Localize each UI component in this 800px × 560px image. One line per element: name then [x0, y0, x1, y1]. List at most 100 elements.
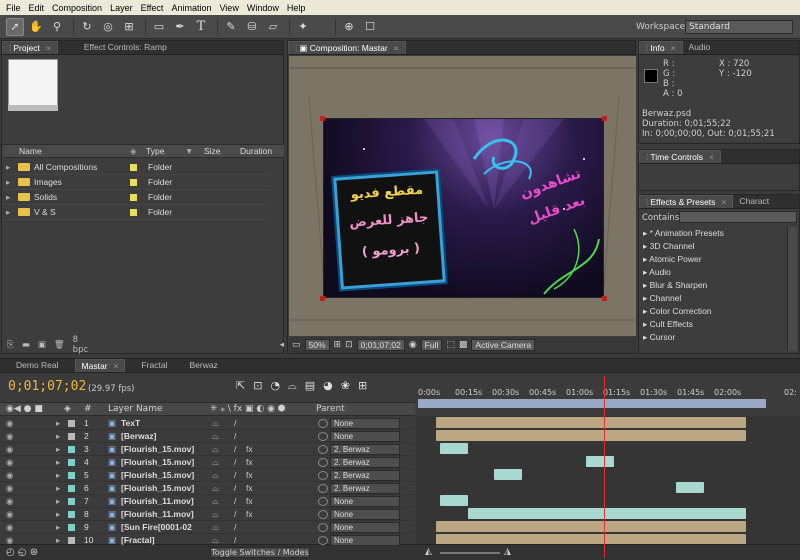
- time-ruler[interactable]: 0:00s 00:15s 00:30s 00:45s 01:00s 01:15s 01:30…: [416, 379, 800, 409]
- quality-switch-icon[interactable]: /: [234, 431, 236, 441]
- fx-switch-icon[interactable]: fx: [246, 496, 253, 506]
- scroll-left-icon[interactable]: ◂: [280, 340, 284, 350]
- quality-switch-icon[interactable]: /: [234, 535, 236, 545]
- parent-select[interactable]: None: [330, 431, 400, 442]
- region-of-interest-icon[interactable]: ⬚: [446, 340, 455, 350]
- pickwhip-icon[interactable]: [318, 432, 328, 441]
- fx-switch-icon[interactable]: fx: [246, 444, 253, 454]
- pickwhip-icon[interactable]: [318, 419, 328, 428]
- eye-icon[interactable]: ◉: [6, 444, 13, 455]
- tab-fractal[interactable]: Fractal: [135, 359, 173, 372]
- pickwhip-icon[interactable]: [318, 510, 328, 519]
- col-layer-name[interactable]: Layer Name: [108, 404, 163, 414]
- effects-search-input[interactable]: [679, 211, 797, 223]
- menu-help[interactable]: Help: [283, 3, 310, 13]
- close-icon[interactable]: ×: [114, 361, 119, 371]
- layer-handle[interactable]: [602, 116, 607, 121]
- bit-depth-label[interactable]: 8 bpc: [73, 335, 92, 355]
- axis-mode-icon[interactable]: ⊕: [340, 18, 358, 36]
- tab-audio[interactable]: Audio: [683, 41, 717, 54]
- label-color-swatch[interactable]: [130, 164, 137, 171]
- pen-tool-icon[interactable]: ✒: [171, 18, 189, 36]
- expand-triangle-icon[interactable]: ▸: [56, 535, 60, 546]
- eye-icon[interactable]: ◉: [6, 535, 13, 546]
- effects-category[interactable]: ▸ Cult Effects: [643, 319, 693, 332]
- label-color-swatch[interactable]: [130, 179, 137, 186]
- text-tool-icon[interactable]: T: [192, 18, 210, 36]
- brush-tool-icon[interactable]: ✎: [222, 18, 240, 36]
- safe-zones-icon[interactable]: ⊞: [334, 340, 342, 350]
- tab-demo-real[interactable]: Demo Real: [10, 359, 65, 372]
- menu-layer[interactable]: Layer: [106, 3, 137, 13]
- expand-triangle-icon[interactable]: ▸: [6, 177, 14, 188]
- frame-blending-icon[interactable]: ▤: [305, 379, 315, 393]
- tab-time-controls[interactable]: ⁞ Time Controls ×: [639, 150, 721, 163]
- layer-row[interactable]: ◉ ▸ 1 ▣ TexT ⌓ / None: [0, 417, 415, 430]
- layer-duration-bar[interactable]: [676, 482, 704, 493]
- fx-switch-icon[interactable]: fx: [246, 470, 253, 480]
- new-folder-icon[interactable]: ▬: [22, 340, 30, 350]
- hand-tool-icon[interactable]: ✋: [27, 18, 45, 36]
- selection-tool-icon[interactable]: ➚: [6, 17, 24, 36]
- effects-category[interactable]: ▸ * Animation Presets: [643, 228, 724, 241]
- layer-name[interactable]: [Flourish_15.mov]: [121, 457, 194, 467]
- label-color-swatch[interactable]: [68, 472, 75, 479]
- effects-category[interactable]: ▸ Color Correction: [643, 306, 712, 319]
- quality-switch-icon[interactable]: /: [234, 444, 236, 454]
- brainstorm-icon[interactable]: ⊞: [358, 379, 367, 393]
- layer-name[interactable]: [Flourish_15.mov]: [121, 470, 194, 480]
- timeline-current-time[interactable]: 0;01;07;02: [8, 379, 86, 394]
- parent-select[interactable]: 2. Berwaz: [330, 457, 400, 468]
- label-color-swatch[interactable]: [68, 420, 75, 427]
- label-color-swatch[interactable]: [68, 459, 75, 466]
- close-icon[interactable]: ×: [46, 43, 51, 53]
- quality-switch-icon[interactable]: /: [234, 483, 236, 493]
- menu-composition[interactable]: Composition: [48, 3, 106, 13]
- layer-name[interactable]: [Sun Fire[0001-02: [121, 522, 192, 532]
- rectangle-mask-icon[interactable]: ▭: [150, 18, 168, 36]
- layer-row[interactable]: ◉ ▸ 6 ▣ [Flourish_15.mov] ⌓ / fx 2. Berwaz: [0, 482, 415, 495]
- tab-effects-presets[interactable]: ⁞ Effects & Presets ×: [639, 195, 734, 208]
- effects-category[interactable]: ▸ Channel: [643, 293, 681, 306]
- eye-icon[interactable]: ◉: [6, 470, 13, 481]
- shy-switch-icon[interactable]: ⌓: [212, 522, 219, 533]
- project-item[interactable]: ▸ Images Folder: [3, 175, 271, 190]
- label-color-swatch[interactable]: [68, 537, 75, 544]
- label-column-icon[interactable]: ◈: [64, 404, 71, 414]
- layer-row[interactable]: ◉ ▸ 3 ▣ [Flourish_15.mov] ⌓ / fx 2. Berwaz: [0, 443, 415, 456]
- new-comp-icon[interactable]: ▣: [38, 340, 46, 350]
- tab-info[interactable]: ⁞ Info ×: [639, 41, 683, 54]
- quality-switch-icon[interactable]: /: [234, 496, 236, 506]
- pickwhip-icon[interactable]: [318, 523, 328, 532]
- expand-triangle-icon[interactable]: ▸: [56, 522, 60, 533]
- menu-animation[interactable]: Animation: [167, 3, 215, 13]
- expand-triangle-icon[interactable]: ▸: [6, 207, 14, 218]
- layer-duration-bar[interactable]: [468, 508, 746, 519]
- snap-checkbox-icon[interactable]: ☐: [361, 18, 379, 36]
- rotate-tool-icon[interactable]: ↻: [78, 18, 96, 36]
- layer-row[interactable]: ◉ ▸ 8 ▣ [Flourish_11.mov] ⌓ / fx None: [0, 508, 415, 521]
- layer-row[interactable]: ◉ ▸ 4 ▣ [Flourish_15.mov] ⌓ / fx 2. Berwaz: [0, 456, 415, 469]
- zoom-select[interactable]: 50%: [304, 339, 330, 351]
- close-icon[interactable]: ×: [721, 197, 726, 207]
- tab-composition[interactable]: ⁞ ▣ Composition: Mastar ×: [288, 41, 406, 54]
- menu-effect[interactable]: Effect: [137, 3, 168, 13]
- tab-character[interactable]: Charact: [733, 195, 775, 208]
- layer-name[interactable]: [Flourish_15.mov]: [121, 483, 194, 493]
- col-duration[interactable]: Duration: [240, 146, 272, 156]
- puppet-pin-icon[interactable]: ✦: [294, 18, 312, 36]
- expand-triangle-icon[interactable]: ▸: [6, 192, 14, 203]
- layer-duration-bar[interactable]: [436, 430, 746, 441]
- menu-window[interactable]: Window: [243, 3, 283, 13]
- pickwhip-icon[interactable]: [318, 458, 328, 467]
- transparency-grid-icon[interactable]: ▩: [459, 340, 468, 350]
- toggle-switches-modes-button[interactable]: Toggle Switches / Modes: [210, 547, 310, 558]
- sort-chevron-icon[interactable]: ▼: [185, 146, 193, 156]
- parent-select[interactable]: None: [330, 509, 400, 520]
- layer-duration-bar[interactable]: [436, 521, 746, 532]
- draft-3d-icon[interactable]: ◔: [270, 379, 280, 393]
- expand-triangle-icon[interactable]: ▸: [56, 470, 60, 481]
- effects-scrollbar[interactable]: [787, 227, 797, 351]
- layer-name[interactable]: TexT: [121, 418, 140, 428]
- shy-switch-icon[interactable]: ⌓: [212, 431, 219, 442]
